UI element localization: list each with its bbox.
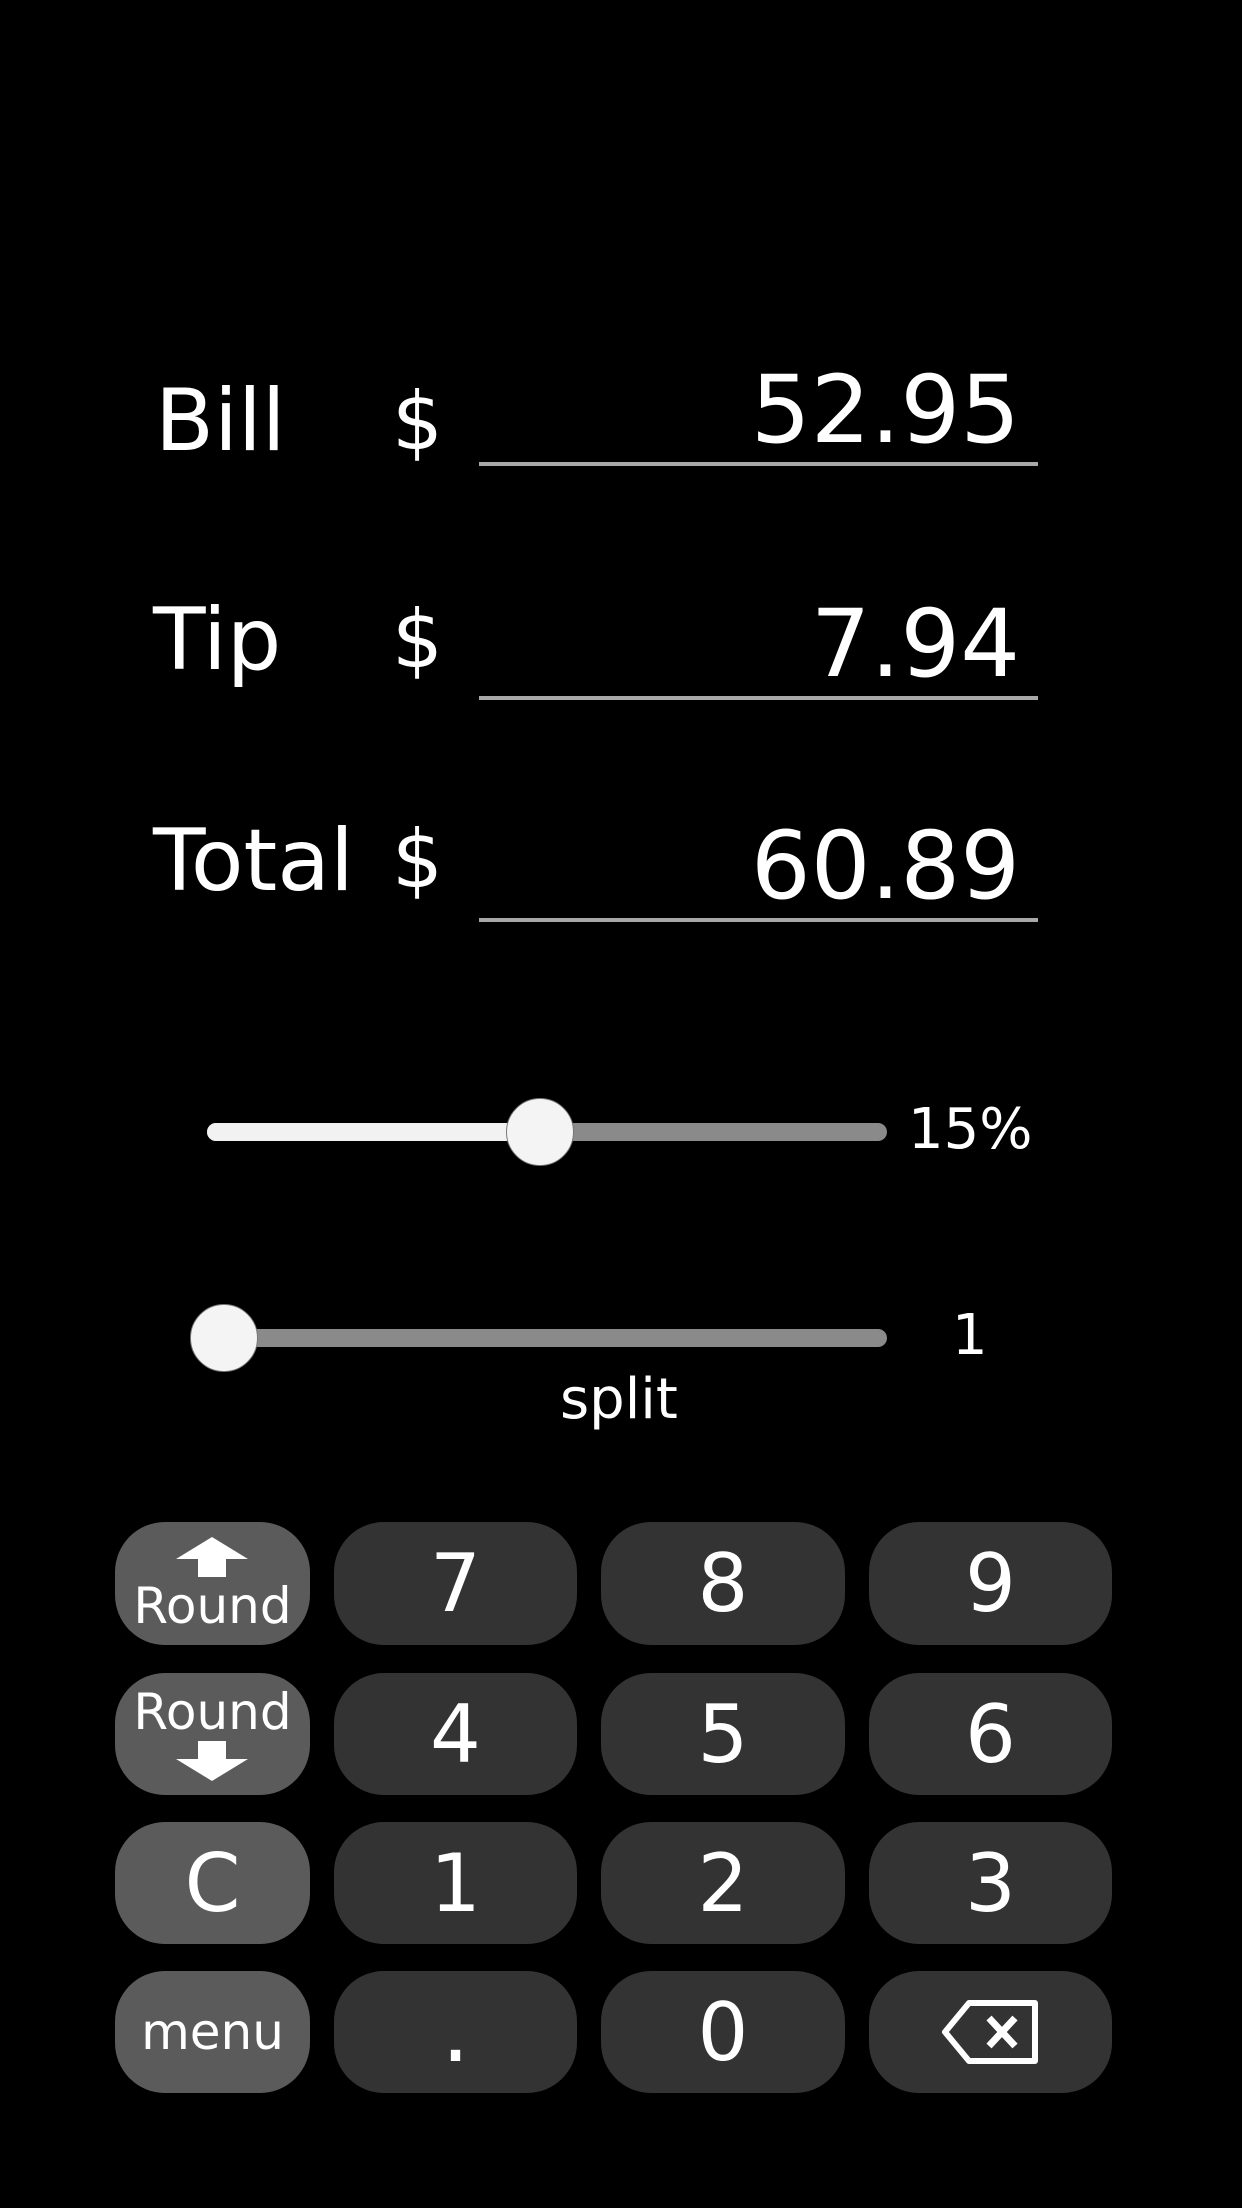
- tip-percent-value: 15%: [908, 1097, 1033, 1162]
- backspace-icon: [941, 2000, 1038, 2064]
- key-0[interactable]: 0: [601, 1971, 845, 2093]
- round-down-label: Round: [133, 1683, 292, 1741]
- key-2[interactable]: 2: [601, 1822, 845, 1944]
- key-7[interactable]: 7: [334, 1522, 577, 1645]
- total-currency: $: [392, 813, 443, 906]
- arrow-up-icon: [176, 1536, 249, 1577]
- arrow-down-icon: [176, 1741, 249, 1781]
- tip-slider-fill: [207, 1123, 541, 1141]
- key-1[interactable]: 1: [334, 1822, 577, 1944]
- round-up-button[interactable]: Round: [115, 1522, 310, 1645]
- tip-input[interactable]: 7.94: [479, 596, 1038, 700]
- total-label: Total: [153, 811, 354, 911]
- bill-input[interactable]: 52.95: [479, 362, 1038, 466]
- key-decimal[interactable]: .: [334, 1971, 577, 2093]
- bill-value: 52.95: [750, 356, 1020, 465]
- total-value: 60.89: [750, 812, 1020, 921]
- key-9[interactable]: 9: [869, 1522, 1112, 1645]
- tip-percent-slider[interactable]: [207, 1098, 887, 1166]
- split-caption: split: [560, 1367, 678, 1432]
- split-value: 1: [952, 1303, 988, 1368]
- bill-currency: $: [392, 375, 443, 468]
- tip-value: 7.94: [810, 590, 1020, 699]
- tip-currency: $: [392, 593, 443, 686]
- key-6[interactable]: 6: [869, 1673, 1112, 1795]
- backspace-button[interactable]: [869, 1971, 1112, 2093]
- key-8[interactable]: 8: [601, 1522, 845, 1645]
- split-slider[interactable]: [190, 1304, 887, 1372]
- split-slider-thumb[interactable]: [190, 1304, 258, 1372]
- key-3[interactable]: 3: [869, 1822, 1112, 1944]
- key-5[interactable]: 5: [601, 1673, 845, 1795]
- key-4[interactable]: 4: [334, 1673, 577, 1795]
- tip-label: Tip: [153, 590, 282, 690]
- round-up-label: Round: [133, 1576, 292, 1635]
- round-down-button[interactable]: Round: [115, 1673, 310, 1795]
- total-input[interactable]: 60.89: [479, 818, 1038, 922]
- clear-button[interactable]: C: [115, 1822, 310, 1944]
- bill-label: Bill: [155, 371, 286, 471]
- menu-button[interactable]: menu: [115, 1971, 310, 2093]
- tip-slider-thumb[interactable]: [506, 1098, 575, 1166]
